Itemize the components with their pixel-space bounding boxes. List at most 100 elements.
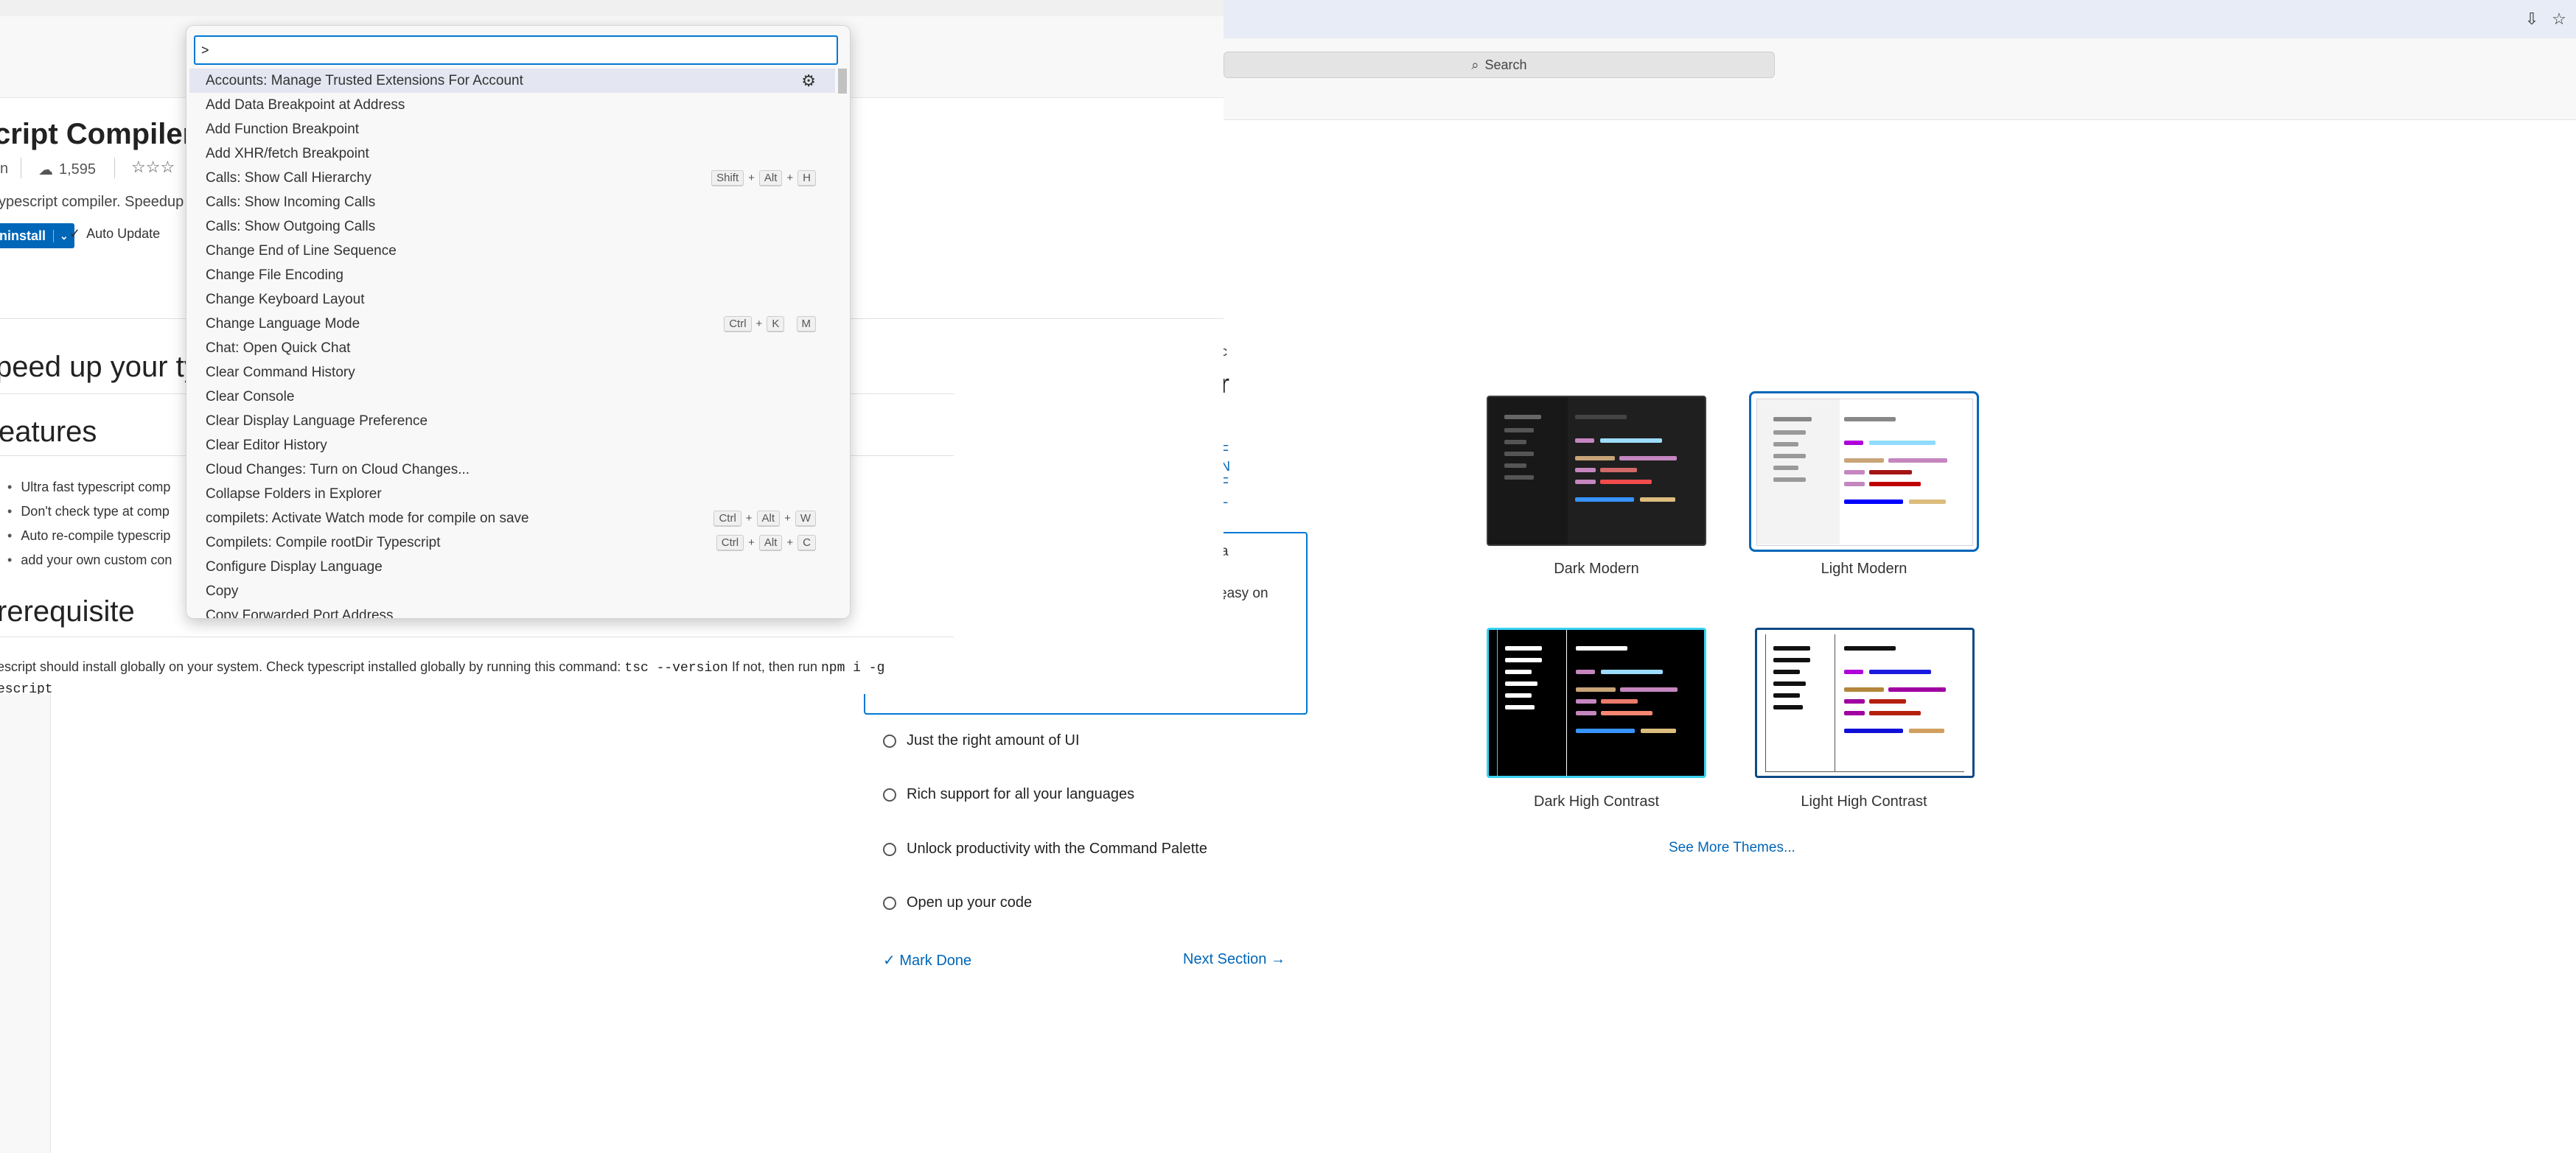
prereq-code-tsc: tsc --version [624, 661, 728, 676]
command-palette[interactable]: Accounts: Manage Trusted Extensions For … [186, 25, 851, 619]
key-separator: + [786, 536, 794, 549]
step-label: Rich support for all your languages [907, 786, 1135, 802]
key-cap: H [797, 169, 816, 186]
theme-preview-line [1773, 417, 1812, 421]
walkthrough-step-3[interactable]: Unlock productivity with the Command Pal… [883, 841, 1207, 858]
theme-preview-line [1505, 705, 1535, 709]
key-cap: M [796, 315, 816, 332]
prereq-code-continuation: escript [0, 682, 53, 694]
prereq-sentence-2: If not, then run [731, 659, 817, 674]
key-cap: Ctrl [713, 510, 741, 527]
command-item[interactable]: Add Data Breakpoint at Address [189, 93, 835, 117]
gear-icon[interactable]: ⚙ [801, 71, 816, 91]
command-item[interactable]: Change End of Line Sequence [189, 239, 835, 263]
command-item[interactable]: compilets: Activate Watch mode for compi… [189, 506, 835, 530]
theme-preview-line [1575, 480, 1596, 484]
key-cap: Alt [756, 510, 781, 527]
theme-preview-line [1844, 699, 1865, 704]
theme-preview-line [1869, 441, 1936, 445]
auto-update-checkbox[interactable]: ✓ Auto Update [69, 226, 160, 242]
command-list-scrollbar[interactable] [838, 69, 847, 94]
command-label: Cloud Changes: Turn on Cloud Changes... [206, 461, 470, 477]
command-item[interactable]: Collapse Folders in Explorer [189, 482, 835, 506]
key-separator: + [786, 172, 794, 184]
command-label: Copy [206, 583, 239, 599]
theme-preview-line [1773, 705, 1803, 709]
command-item[interactable]: Compilets: Compile rootDir Typescript Ctr… [189, 530, 835, 555]
theme-preview-line [1575, 456, 1615, 460]
theme-light-high-contrast-label[interactable]: Light High Contrast [1717, 793, 2011, 810]
command-item[interactable]: Change Keyboard Layout [189, 287, 835, 312]
theme-light-modern-preview[interactable] [1749, 391, 1979, 552]
theme-preview-line [1601, 699, 1638, 704]
theme-preview-line [1575, 438, 1594, 443]
theme-preview-line [1888, 458, 1947, 463]
theme-preview-line [1773, 477, 1806, 482]
key-cap: Alt [758, 534, 783, 551]
command-item[interactable]: Change File Encoding [189, 263, 835, 287]
theme-preview-line [1600, 468, 1637, 472]
walkthrough-step-2[interactable]: Rich support for all your languages [883, 786, 1134, 803]
theme-preview-line [1576, 687, 1616, 692]
command-label: Add XHR/fetch Breakpoint [206, 145, 369, 161]
install-app-icon[interactable]: ⇩ [2521, 9, 2542, 29]
extension-publisher[interactable]: n [0, 161, 8, 178]
theme-dark-modern-label[interactable]: Dark Modern [1449, 561, 1744, 578]
theme-dark-high-contrast-label[interactable]: Dark High Contrast [1449, 793, 1744, 810]
command-item[interactable]: Clear Editor History [189, 433, 835, 458]
walkthrough-step-4[interactable]: Open up your code [883, 894, 1032, 911]
prereq-sentence: escript should install globally on your … [0, 659, 621, 674]
see-more-themes-link[interactable]: See More Themes... [1669, 840, 1795, 856]
command-item[interactable]: Chat: Open Quick Chat [189, 336, 835, 360]
command-item[interactable]: Copy [189, 579, 835, 603]
command-label: Clear Editor History [206, 437, 327, 453]
theme-preview-line [1844, 500, 1903, 504]
command-item[interactable]: Add XHR/fetch Breakpoint [189, 141, 835, 166]
command-item[interactable]: Calls: Show Outgoing Calls [189, 214, 835, 239]
command-label: compilets: Activate Watch mode for compi… [206, 510, 529, 526]
key-separator: + [748, 536, 755, 549]
theme-preview-line [1844, 646, 1896, 651]
theme-preview-line [1909, 500, 1946, 504]
key-cap: C [797, 534, 816, 551]
command-label: Copy Forwarded Port Address [206, 607, 394, 619]
command-item[interactable]: Clear Console [189, 385, 835, 409]
key-separator [789, 318, 792, 330]
theme-dark-modern-preview[interactable] [1487, 396, 1706, 546]
install-count: ☁ 1,595 [38, 161, 96, 179]
theme-preview-line [1576, 711, 1596, 715]
theme-preview-line [1773, 466, 1798, 470]
auto-update-label: Auto Update [86, 226, 161, 241]
command-palette-input[interactable] [194, 35, 838, 65]
next-section-link[interactable]: Next Section → [1183, 951, 1285, 968]
uninstall-button[interactable]: Uninstall ⌄ [0, 223, 74, 248]
theme-light-modern-label[interactable]: Light Modern [1717, 561, 2011, 578]
command-item[interactable]: Clear Display Language Preference [189, 409, 835, 433]
command-item[interactable]: Cloud Changes: Turn on Cloud Changes... [189, 458, 835, 482]
command-item[interactable]: Accounts: Manage Trusted Extensions For … [189, 69, 835, 93]
command-item[interactable]: Clear Command History [189, 360, 835, 385]
theme-preview-line [1504, 428, 1534, 432]
command-center-search[interactable]: ⌕ Search [1224, 52, 1775, 78]
search-icon: ⌕ [1471, 57, 1479, 72]
theme-dark-high-contrast-preview[interactable] [1487, 628, 1706, 778]
step-radio-icon [883, 896, 896, 910]
command-item[interactable]: Change Language Mode Ctrl + K M [189, 312, 835, 336]
favorite-star-icon[interactable]: ☆ [2549, 9, 2569, 29]
rating-stars[interactable]: ☆☆☆ [131, 158, 175, 177]
keybinding: Ctrl + K M [724, 315, 816, 332]
keybinding: Ctrl + Alt + W [713, 510, 816, 527]
theme-light-high-contrast-preview[interactable] [1755, 628, 1975, 778]
command-item[interactable]: Copy Forwarded Port Address [189, 603, 835, 619]
theme-preview-line [1844, 482, 1865, 486]
walkthrough-step-1[interactable]: Just the right amount of UI [883, 732, 1080, 749]
command-item[interactable]: Calls: Show Call Hierarchy Shift + Alt + H [189, 166, 835, 190]
mark-done-link[interactable]: ✓ Mark Done [883, 951, 971, 970]
theme-preview-line [1773, 430, 1806, 435]
command-item[interactable]: Configure Display Language [189, 555, 835, 579]
command-label: Change End of Line Sequence [206, 242, 397, 259]
command-label: Chat: Open Quick Chat [206, 340, 351, 356]
command-item[interactable]: Add Function Breakpoint [189, 117, 835, 141]
command-item[interactable]: Calls: Show Incoming Calls [189, 190, 835, 214]
step-label: Open up your code [907, 894, 1033, 911]
